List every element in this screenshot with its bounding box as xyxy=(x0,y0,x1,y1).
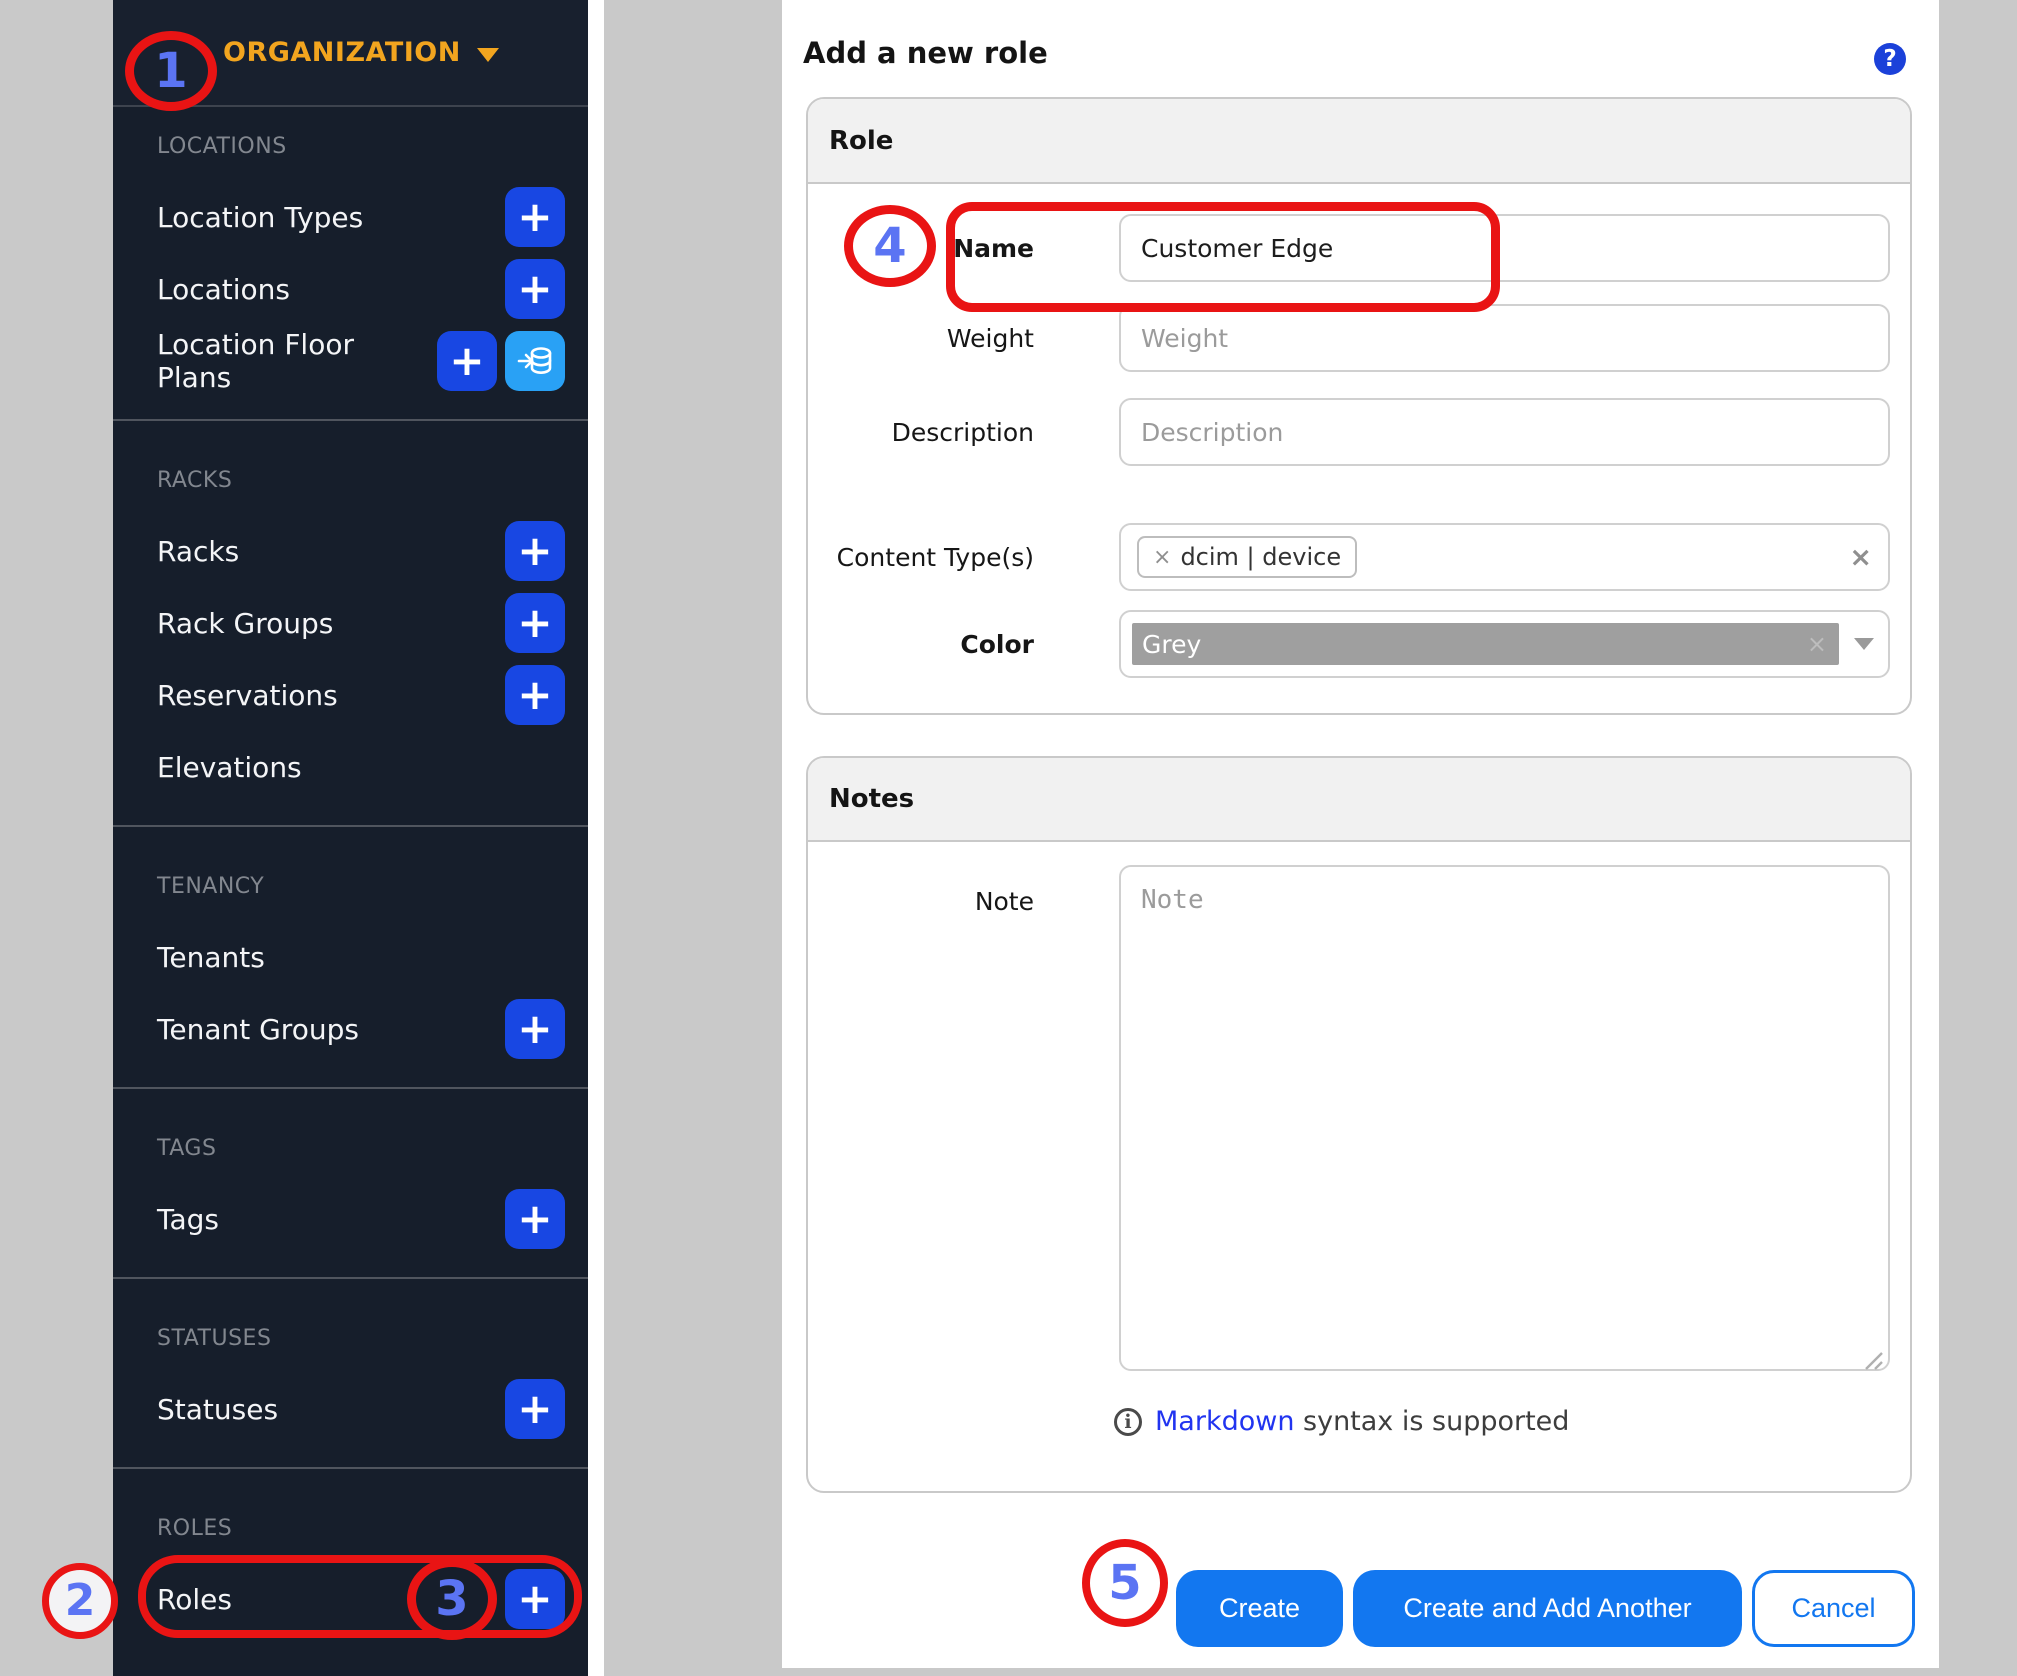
annotation-rect-roles xyxy=(138,1555,582,1638)
add-location-type-button[interactable]: + xyxy=(505,187,565,247)
plus-icon: + xyxy=(517,192,553,241)
page-title: Add a new role xyxy=(803,36,1048,70)
sidebar-item-locations[interactable]: Locations + xyxy=(157,253,565,325)
role-card-title: Role xyxy=(829,125,894,156)
tag-remove-icon[interactable]: × xyxy=(1153,545,1171,570)
sidebar-item-tags[interactable]: Tags + xyxy=(157,1183,565,1255)
description-field-row: Description xyxy=(808,398,1910,466)
plus-icon: + xyxy=(517,1194,553,1243)
cancel-button[interactable]: Cancel xyxy=(1752,1570,1915,1647)
section-title-tenancy: TENANCY xyxy=(157,874,265,899)
plus-icon: + xyxy=(517,598,553,647)
help-button[interactable]: ? xyxy=(1874,43,1906,75)
sidebar-item-tenant-groups[interactable]: Tenant Groups + xyxy=(157,993,565,1065)
section-title-racks: RACKS xyxy=(157,468,233,493)
sidebar-section-locations: LOCATIONS Location Types + Locations + L… xyxy=(113,107,588,419)
annotation-circle-4: 4 xyxy=(844,205,936,287)
add-reservation-button[interactable]: + xyxy=(505,665,565,725)
description-label: Description xyxy=(891,417,1034,447)
sidebar-item-rack-groups[interactable]: Rack Groups + xyxy=(157,587,565,659)
color-swatch: Grey × xyxy=(1132,623,1839,665)
plus-icon: + xyxy=(517,1004,553,1053)
sidebar: ORGANIZATION LOCATIONS Location Types + … xyxy=(113,0,588,1676)
sidebar-section-racks: RACKS Racks + Rack Groups + Reservations… xyxy=(113,419,588,825)
help-icon: ? xyxy=(1883,46,1897,72)
clear-content-types-icon[interactable]: × xyxy=(1849,542,1872,573)
add-status-button[interactable]: + xyxy=(505,1379,565,1439)
sidebar-item-elevations[interactable]: Elevations xyxy=(157,731,565,803)
role-card: Role Name Weight Description Content Typ… xyxy=(806,97,1912,715)
sidebar-item-racks[interactable]: Racks + xyxy=(157,515,565,587)
description-input[interactable] xyxy=(1119,398,1890,466)
annotation-number-1: 1 xyxy=(154,43,188,99)
color-value: Grey xyxy=(1142,629,1202,659)
annotation-number-2: 2 xyxy=(64,1575,96,1626)
create-button[interactable]: Create xyxy=(1176,1570,1343,1647)
section-title-statuses: STATUSES xyxy=(157,1326,272,1351)
add-location-button[interactable]: + xyxy=(505,259,565,319)
sidebar-item-location-floor-plans[interactable]: Location Floor Plans + xyxy=(157,325,565,397)
notes-card-header: Notes xyxy=(808,758,1910,842)
add-tenant-group-button[interactable]: + xyxy=(505,999,565,1059)
section-title-roles: ROLES xyxy=(157,1516,233,1541)
sidebar-item-statuses[interactable]: Statuses + xyxy=(157,1373,565,1445)
create-and-add-another-button[interactable]: Create and Add Another xyxy=(1353,1570,1742,1647)
content-types-label: Content Type(s) xyxy=(836,542,1034,572)
note-textarea[interactable] xyxy=(1119,865,1890,1371)
note-field-row: Note xyxy=(808,865,1910,1371)
section-title-tags: TAGS xyxy=(157,1136,217,1161)
color-select[interactable]: Grey × xyxy=(1119,610,1890,678)
annotation-circle-5: 5 xyxy=(1082,1539,1168,1627)
content-types-select[interactable]: × dcim | device × xyxy=(1119,523,1890,591)
info-icon: i xyxy=(1114,1407,1142,1436)
annotation-circle-1: 1 xyxy=(125,31,217,111)
notes-card: Notes Note i Markdown syntax is supporte… xyxy=(806,756,1912,1493)
annotation-circle-3: 3 xyxy=(407,1558,497,1640)
sidebar-item-tenants[interactable]: Tenants xyxy=(157,921,565,993)
add-rack-group-button[interactable]: + xyxy=(505,593,565,653)
note-label: Note xyxy=(974,887,1034,916)
database-import-icon xyxy=(517,347,552,374)
sidebar-section-tenancy: TENANCY Tenants Tenant Groups + xyxy=(113,825,588,1087)
plus-icon: + xyxy=(517,1384,553,1433)
role-card-header: Role xyxy=(808,99,1910,184)
color-field-row: Color Grey × xyxy=(808,610,1910,678)
annotation-number-4: 4 xyxy=(873,218,907,274)
markdown-link[interactable]: Markdown xyxy=(1155,1406,1294,1437)
markdown-hint-text: Markdown syntax is supported xyxy=(1155,1406,1570,1437)
plus-icon: + xyxy=(517,670,553,719)
textarea-resize-handle[interactable] xyxy=(1858,1345,1884,1371)
sidebar-section-statuses: STATUSES Statuses + xyxy=(113,1277,588,1467)
organization-menu-label[interactable]: ORGANIZATION xyxy=(223,37,461,68)
weight-label: Weight xyxy=(946,323,1034,353)
plus-icon: + xyxy=(517,264,553,313)
sidebar-section-tags: TAGS Tags + xyxy=(113,1087,588,1277)
add-location-floor-plan-button[interactable]: + xyxy=(437,331,497,391)
plus-icon: + xyxy=(449,336,485,385)
annotation-rect-name xyxy=(946,202,1500,312)
select-caret-icon xyxy=(1854,638,1874,650)
clear-color-icon[interactable]: × xyxy=(1807,630,1839,658)
chevron-down-icon xyxy=(476,47,499,62)
annotation-circle-2: 2 xyxy=(42,1563,118,1639)
content-gutter xyxy=(588,0,604,1676)
notes-card-title: Notes xyxy=(829,784,915,814)
annotation-number-3: 3 xyxy=(435,1571,469,1627)
content-types-field-row: Content Type(s) × dcim | device × xyxy=(808,523,1910,591)
color-label: Color xyxy=(960,629,1034,659)
import-location-floor-plans-button[interactable] xyxy=(505,331,565,391)
section-title-locations: LOCATIONS xyxy=(157,134,287,159)
page: { "annotations": { "step_1": "1", "step_… xyxy=(0,0,2017,1676)
add-rack-button[interactable]: + xyxy=(505,521,565,581)
content-type-tag: × dcim | device xyxy=(1137,536,1358,578)
annotation-number-5: 5 xyxy=(1108,1555,1142,1611)
weight-input[interactable] xyxy=(1119,304,1890,372)
plus-icon: + xyxy=(517,526,553,575)
sidebar-item-location-types[interactable]: Location Types + xyxy=(157,181,565,253)
content-type-tag-label: dcim | device xyxy=(1180,543,1342,571)
sidebar-item-reservations[interactable]: Reservations + xyxy=(157,659,565,731)
weight-field-row: Weight xyxy=(808,304,1910,372)
markdown-hint: i Markdown syntax is supported xyxy=(1114,1406,1569,1437)
add-tag-button[interactable]: + xyxy=(505,1189,565,1249)
